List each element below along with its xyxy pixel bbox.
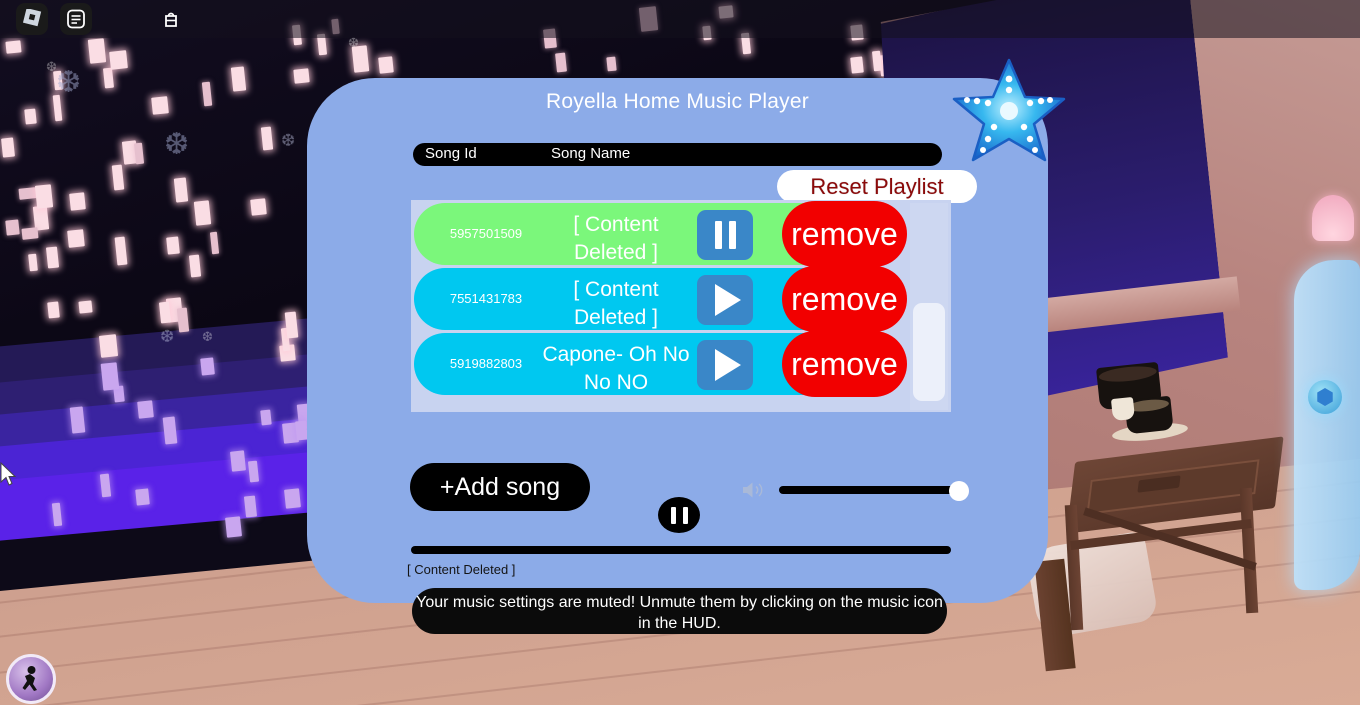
walk-control[interactable]: [6, 654, 56, 704]
status-toast: Your music settings are muted! Unmute th…: [412, 588, 947, 634]
song-list: 5957501509[ Content Deleted ] remove 75514…: [411, 200, 951, 412]
column-header-song-id: Song Id: [425, 145, 477, 162]
song-name-label: [ Content Deleted ]: [573, 213, 659, 265]
volume-track[interactable]: [779, 486, 959, 494]
chat-icon[interactable]: [60, 3, 92, 35]
song-id-label: 5957501509: [449, 226, 523, 241]
song-id-label: 7551431783: [449, 291, 523, 306]
gem-decoration: [1308, 380, 1342, 414]
column-header-song-name: Song Name: [551, 145, 631, 162]
remove-song-button[interactable]: remove: [782, 331, 907, 397]
table-row: 5919882803 Capone- Oh No No NO remove: [414, 331, 907, 397]
volume-knob[interactable]: [949, 481, 969, 501]
pause-icon: [714, 221, 736, 249]
page-title: Royella Home Music Player: [546, 90, 809, 113]
row-play-button[interactable]: [697, 340, 753, 390]
speaker-icon[interactable]: [740, 478, 768, 502]
play-icon: [715, 284, 741, 316]
play-icon: [715, 349, 741, 381]
song-list-scroll-thumb[interactable]: [913, 303, 945, 401]
row-play-button[interactable]: [697, 275, 753, 325]
song-name-label: Capone- Oh No No NO: [542, 343, 690, 395]
song-id-label: 5919882803: [449, 356, 523, 371]
now-playing-label: [ Content Deleted ]: [407, 562, 516, 577]
table-row: 7551431783 [ Content Deleted ] remove: [414, 266, 907, 332]
song-name-label: [ Content Deleted ]: [573, 278, 659, 330]
row-pause-button[interactable]: [697, 210, 753, 260]
roblox-logo-icon[interactable]: [16, 3, 48, 35]
table-row: 5957501509 [ Content Deleted ] remove: [414, 201, 907, 267]
pause-icon: [670, 506, 688, 524]
roblox-topbar: [0, 0, 1360, 38]
music-player-panel: Royella Home Music Player Song Id Song N…: [307, 78, 1048, 603]
add-song-button[interactable]: +Add song: [410, 463, 590, 511]
curtain-decoration: [1294, 260, 1360, 590]
play-pause-button[interactable]: [658, 497, 700, 533]
column-header-bar: Song Id Song Name: [413, 143, 942, 166]
shell-decoration: [1312, 195, 1354, 241]
reset-playlist-button[interactable]: Reset Playlist: [777, 170, 977, 203]
remove-song-button[interactable]: remove: [782, 201, 907, 267]
volume-slider[interactable]: [779, 481, 981, 501]
remove-song-button[interactable]: remove: [782, 266, 907, 332]
song-list-scrollbar[interactable]: [910, 203, 948, 410]
progress-bar[interactable]: [411, 546, 951, 554]
backpack-icon[interactable]: [155, 3, 187, 35]
